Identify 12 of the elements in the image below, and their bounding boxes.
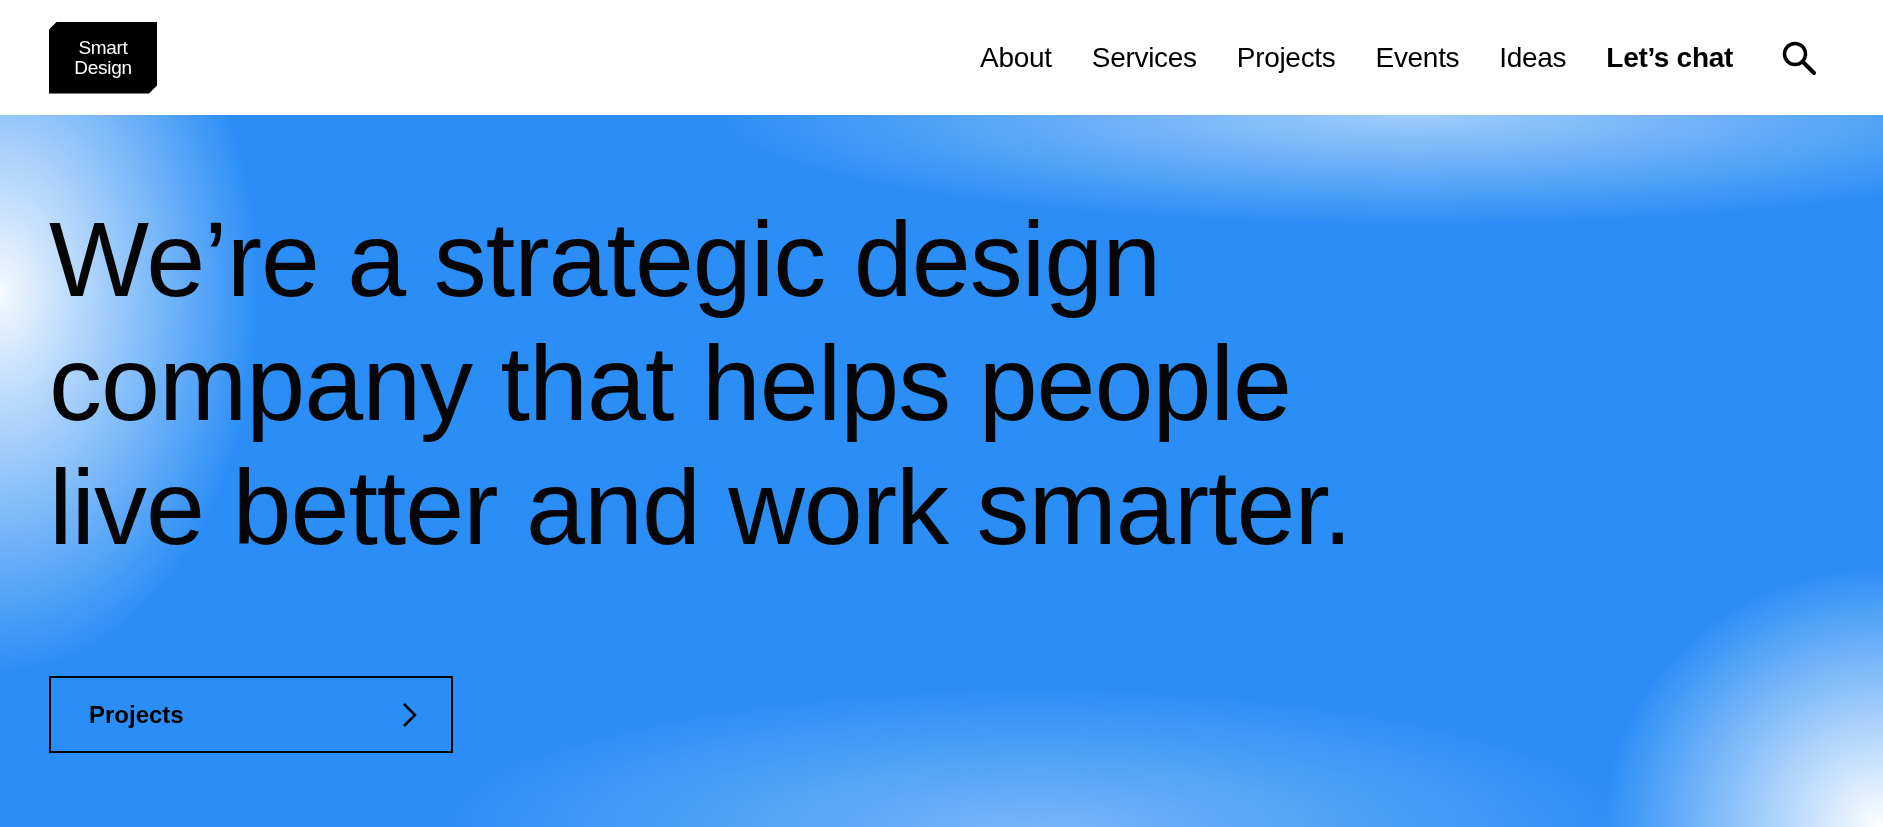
nav-link[interactable]: About — [980, 41, 1052, 74]
search-icon — [1781, 39, 1817, 76]
nav-link[interactable]: Events — [1375, 41, 1460, 74]
search-button[interactable] — [1781, 39, 1817, 76]
nav-link[interactable]: Ideas — [1499, 41, 1567, 74]
chevron-right-icon — [401, 700, 419, 729]
chat-link[interactable]: Let’s chat — [1606, 41, 1733, 74]
projects-button[interactable]: Projects — [49, 676, 453, 753]
logo[interactable]: Smart Design — [49, 21, 157, 94]
nav-link[interactable]: Projects — [1236, 41, 1336, 74]
headline: We’re a strategic design company that helps people live better and work smarter. — [49, 199, 1353, 568]
nav-link[interactable]: Services — [1091, 41, 1197, 74]
